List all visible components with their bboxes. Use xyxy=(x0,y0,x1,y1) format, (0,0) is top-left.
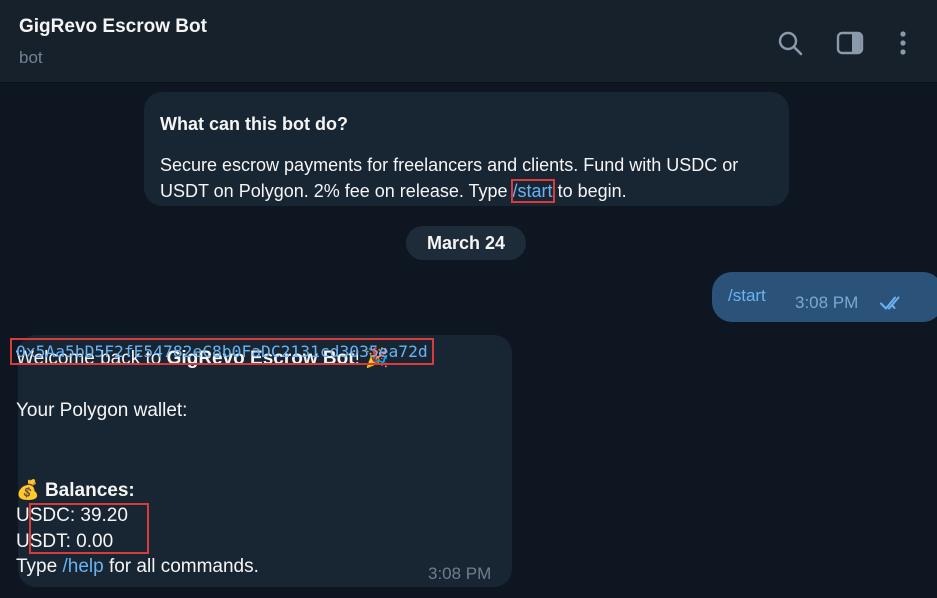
outgoing-message-text[interactable]: /start xyxy=(728,286,766,306)
bot-info-text-end: to begin. xyxy=(552,181,627,201)
help-line: Type /help for all commands. xyxy=(16,556,259,578)
sidebar-panel-icon[interactable] xyxy=(835,28,865,58)
chat-title[interactable]: GigRevo Escrow Bot xyxy=(19,16,207,38)
outgoing-message[interactable]: /start 3:08 PM xyxy=(712,272,937,322)
help-prefix: Type xyxy=(16,556,63,577)
help-command-link[interactable]: /help xyxy=(62,556,103,577)
date-divider: March 24 xyxy=(406,226,526,260)
bot-info-text: Secure escrow payments for freelancers a… xyxy=(160,155,739,201)
more-vertical-icon[interactable] xyxy=(888,28,918,58)
wallet-label: Your Polygon wallet: xyxy=(16,400,188,421)
search-icon[interactable] xyxy=(775,28,805,58)
usdt-balance: USDT: 0.00 xyxy=(16,531,114,552)
chat-header: GigRevo Escrow Bot bot xyxy=(0,0,937,83)
incoming-message-time: 3:08 PM xyxy=(428,564,492,583)
help-suffix: for all commands. xyxy=(103,556,259,577)
balances-title: Balances: xyxy=(44,480,135,501)
usdc-balance: USDC: 39.20 xyxy=(16,505,128,526)
bot-info-title: What can this bot do? xyxy=(160,114,348,134)
bot-info-card: What can this bot do? Secure escrow paym… xyxy=(144,92,789,206)
double-check-icon xyxy=(880,296,900,310)
outgoing-message-time: 3:08 PM xyxy=(795,293,859,312)
money-bag-icon: 💰 xyxy=(16,480,40,501)
bot-info-description: Secure escrow payments for freelancers a… xyxy=(160,152,775,204)
chat-subtitle: bot xyxy=(19,48,43,67)
start-command-link[interactable]: /start xyxy=(510,179,555,203)
wallet-address-code[interactable]: 0x5Aa5bD5F2fE54782eC8b0FaDC2131cd3035ea7… xyxy=(10,338,434,365)
balances-heading: 💰 Balances: xyxy=(16,478,135,502)
